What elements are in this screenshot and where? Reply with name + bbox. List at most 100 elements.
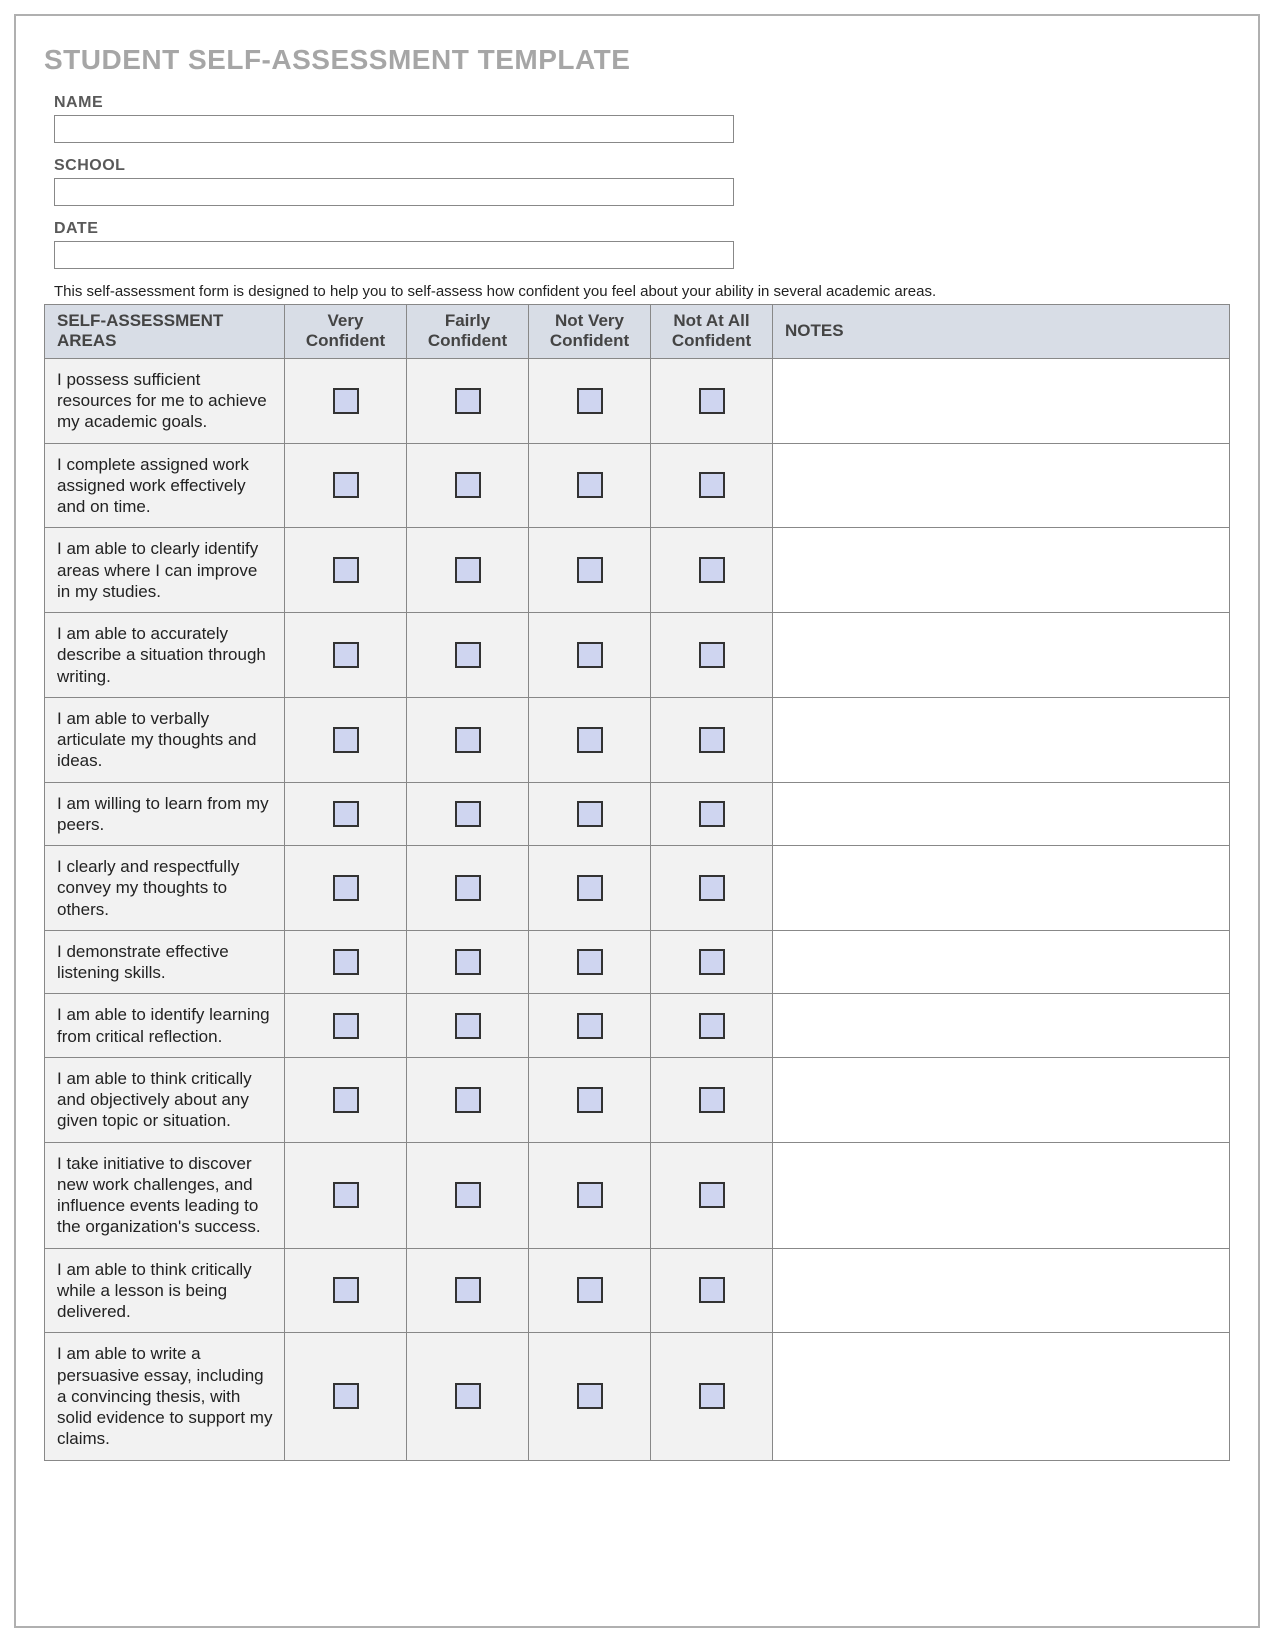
checkbox-very-confident[interactable] <box>333 642 359 668</box>
check-cell-not-very-confident <box>529 1142 651 1248</box>
check-cell-fairly-confident <box>407 930 529 994</box>
checkbox-not-very-confident[interactable] <box>577 1277 603 1303</box>
name-label: NAME <box>44 94 1230 112</box>
notes-cell[interactable] <box>773 697 1230 782</box>
name-input[interactable] <box>54 115 734 143</box>
checkbox-fairly-confident[interactable] <box>455 727 481 753</box>
checkbox-not-very-confident[interactable] <box>577 949 603 975</box>
checkbox-not-at-all-confident[interactable] <box>699 642 725 668</box>
checkbox-fairly-confident[interactable] <box>455 472 481 498</box>
check-cell-not-very-confident <box>529 697 651 782</box>
area-text: I am able to think critically while a le… <box>45 1248 285 1333</box>
checkbox-fairly-confident[interactable] <box>455 642 481 668</box>
checkbox-very-confident[interactable] <box>333 472 359 498</box>
checkbox-not-at-all-confident[interactable] <box>699 1277 725 1303</box>
checkbox-fairly-confident[interactable] <box>455 949 481 975</box>
checkbox-not-very-confident[interactable] <box>577 1013 603 1039</box>
check-cell-very-confident <box>285 1333 407 1460</box>
notes-cell[interactable] <box>773 613 1230 698</box>
check-cell-not-very-confident <box>529 528 651 613</box>
checkbox-not-at-all-confident[interactable] <box>699 1013 725 1039</box>
check-cell-not-at-all-confident <box>651 528 773 613</box>
table-row: I am able to think critically while a le… <box>45 1248 1230 1333</box>
checkbox-very-confident[interactable] <box>333 1087 359 1113</box>
notes-cell[interactable] <box>773 1057 1230 1142</box>
checkbox-not-at-all-confident[interactable] <box>699 1087 725 1113</box>
checkbox-not-at-all-confident[interactable] <box>699 472 725 498</box>
checkbox-very-confident[interactable] <box>333 727 359 753</box>
checkbox-fairly-confident[interactable] <box>455 557 481 583</box>
check-cell-fairly-confident <box>407 1333 529 1460</box>
date-input[interactable] <box>54 241 734 269</box>
notes-cell[interactable] <box>773 1248 1230 1333</box>
checkbox-fairly-confident[interactable] <box>455 875 481 901</box>
checkbox-fairly-confident[interactable] <box>455 388 481 414</box>
checkbox-very-confident[interactable] <box>333 1277 359 1303</box>
area-text: I possess sufficient resources for me to… <box>45 358 285 443</box>
check-cell-fairly-confident <box>407 613 529 698</box>
area-text: I am able to identify learning from crit… <box>45 994 285 1058</box>
check-cell-very-confident <box>285 930 407 994</box>
checkbox-not-very-confident[interactable] <box>577 1182 603 1208</box>
notes-cell[interactable] <box>773 1142 1230 1248</box>
checkbox-not-at-all-confident[interactable] <box>699 727 725 753</box>
checkbox-very-confident[interactable] <box>333 1383 359 1409</box>
check-cell-fairly-confident <box>407 994 529 1058</box>
area-text: I am able to think critically and object… <box>45 1057 285 1142</box>
header-fairly-confident: Fairly Confident <box>407 305 529 359</box>
check-cell-not-very-confident <box>529 358 651 443</box>
check-cell-very-confident <box>285 994 407 1058</box>
notes-cell[interactable] <box>773 1333 1230 1460</box>
checkbox-very-confident[interactable] <box>333 557 359 583</box>
checkbox-very-confident[interactable] <box>333 801 359 827</box>
checkbox-very-confident[interactable] <box>333 875 359 901</box>
checkbox-fairly-confident[interactable] <box>455 1182 481 1208</box>
checkbox-fairly-confident[interactable] <box>455 1087 481 1113</box>
notes-cell[interactable] <box>773 528 1230 613</box>
checkbox-fairly-confident[interactable] <box>455 1383 481 1409</box>
table-row: I clearly and respectfully convey my tho… <box>45 846 1230 931</box>
notes-cell[interactable] <box>773 443 1230 528</box>
checkbox-very-confident[interactable] <box>333 1182 359 1208</box>
check-cell-not-at-all-confident <box>651 930 773 994</box>
table-row: I am able to write a persuasive essay, i… <box>45 1333 1230 1460</box>
check-cell-very-confident <box>285 846 407 931</box>
checkbox-not-at-all-confident[interactable] <box>699 557 725 583</box>
area-text: I am able to clearly identify areas wher… <box>45 528 285 613</box>
checkbox-not-at-all-confident[interactable] <box>699 949 725 975</box>
notes-cell[interactable] <box>773 930 1230 994</box>
notes-cell[interactable] <box>773 994 1230 1058</box>
checkbox-not-very-confident[interactable] <box>577 642 603 668</box>
checkbox-not-at-all-confident[interactable] <box>699 388 725 414</box>
date-field-group: DATE <box>44 220 1230 269</box>
checkbox-very-confident[interactable] <box>333 1013 359 1039</box>
check-cell-very-confident <box>285 1248 407 1333</box>
checkbox-not-at-all-confident[interactable] <box>699 1383 725 1409</box>
checkbox-not-very-confident[interactable] <box>577 388 603 414</box>
checkbox-not-very-confident[interactable] <box>577 1383 603 1409</box>
checkbox-very-confident[interactable] <box>333 388 359 414</box>
checkbox-not-at-all-confident[interactable] <box>699 801 725 827</box>
checkbox-fairly-confident[interactable] <box>455 1013 481 1039</box>
checkbox-not-at-all-confident[interactable] <box>699 1182 725 1208</box>
checkbox-not-very-confident[interactable] <box>577 875 603 901</box>
notes-cell[interactable] <box>773 782 1230 846</box>
checkbox-not-very-confident[interactable] <box>577 557 603 583</box>
checkbox-not-very-confident[interactable] <box>577 1087 603 1113</box>
school-input[interactable] <box>54 178 734 206</box>
check-cell-fairly-confident <box>407 1057 529 1142</box>
notes-cell[interactable] <box>773 846 1230 931</box>
check-cell-not-at-all-confident <box>651 846 773 931</box>
area-text: I am able to write a persuasive essay, i… <box>45 1333 285 1460</box>
checkbox-very-confident[interactable] <box>333 949 359 975</box>
checkbox-fairly-confident[interactable] <box>455 1277 481 1303</box>
checkbox-not-very-confident[interactable] <box>577 472 603 498</box>
checkbox-not-very-confident[interactable] <box>577 801 603 827</box>
table-row: I am willing to learn from my peers. <box>45 782 1230 846</box>
notes-cell[interactable] <box>773 358 1230 443</box>
checkbox-not-at-all-confident[interactable] <box>699 875 725 901</box>
checkbox-fairly-confident[interactable] <box>455 801 481 827</box>
check-cell-very-confident <box>285 697 407 782</box>
check-cell-not-at-all-confident <box>651 1248 773 1333</box>
checkbox-not-very-confident[interactable] <box>577 727 603 753</box>
